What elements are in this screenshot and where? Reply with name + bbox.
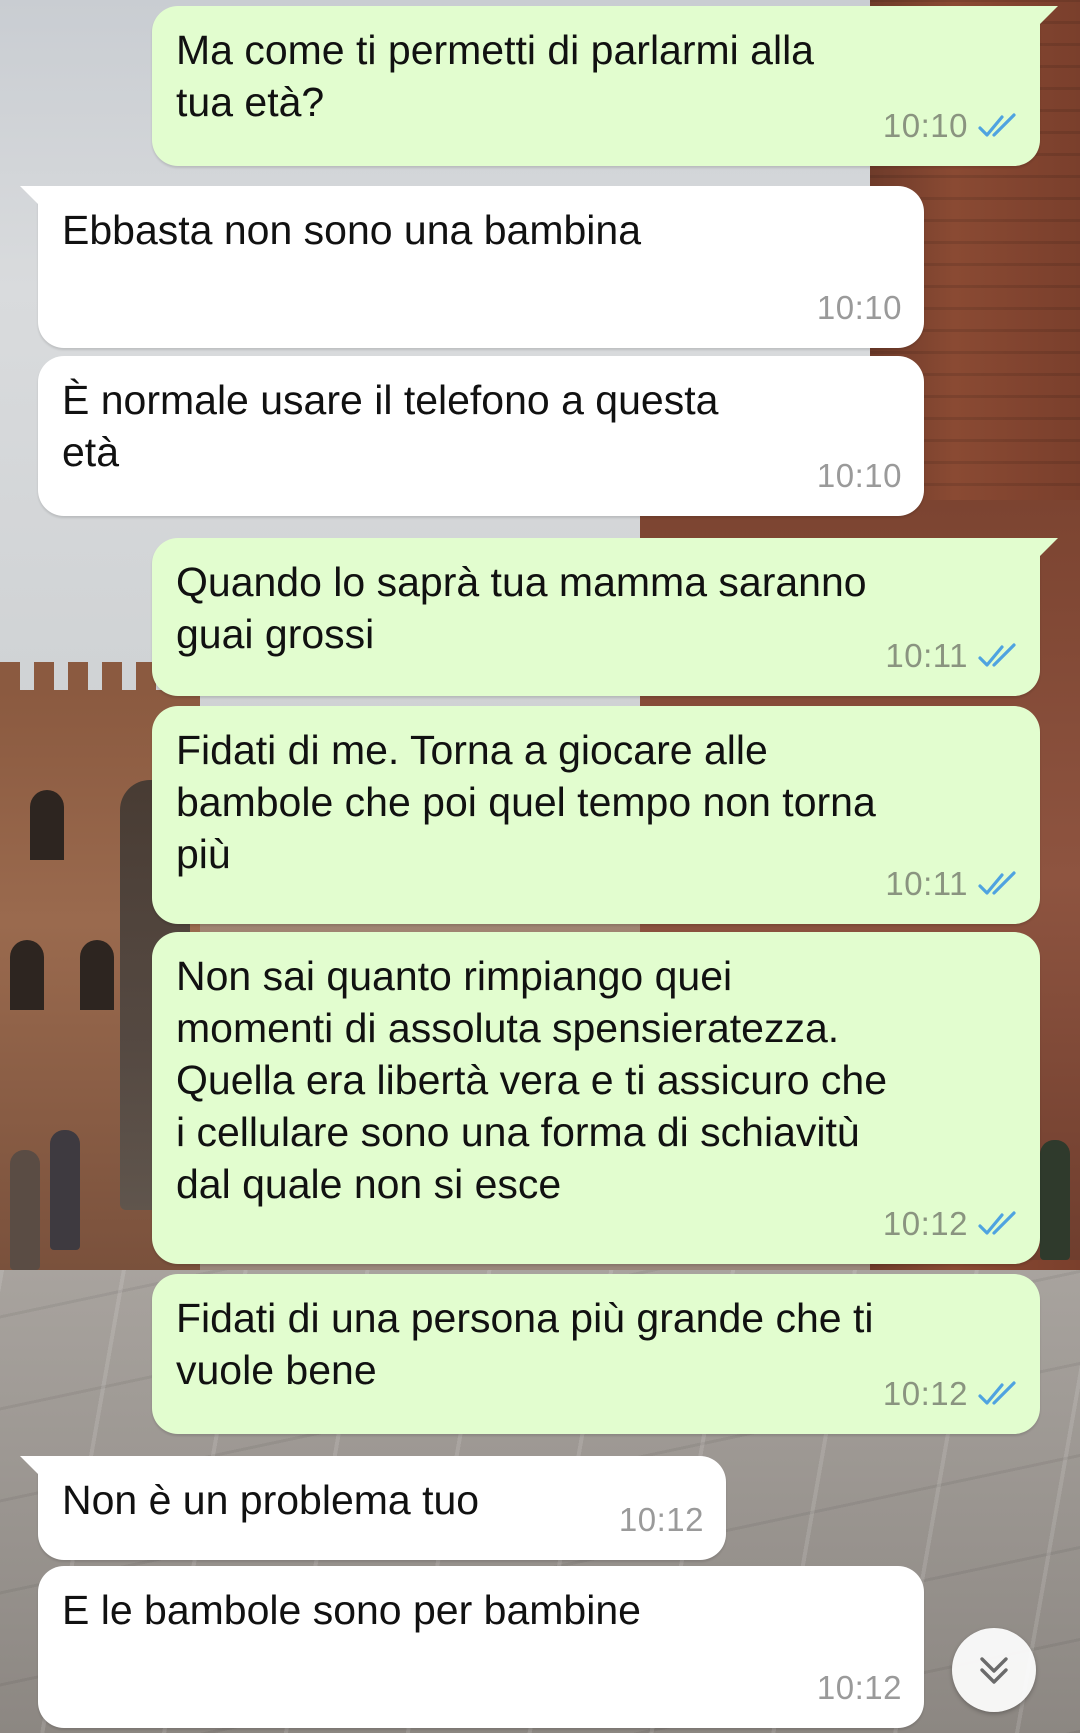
message-text: Non è un problema tuo	[62, 1477, 480, 1523]
double-check-icon	[978, 1211, 1016, 1235]
message-bubble[interactable]: Ma come ti permetti di parlarmi alla tua…	[152, 6, 1058, 166]
chat-conversation: Ma come ti permetti di parlarmi alla tua…	[0, 0, 1080, 1733]
scroll-to-bottom-button[interactable]	[952, 1628, 1036, 1712]
message-time: 10:12	[882, 1205, 968, 1242]
message-time: 10:11	[885, 637, 968, 674]
message-text: Fidati di me. Torna a giocare alle bambo…	[176, 727, 876, 877]
message-time: 10:12	[882, 1375, 968, 1412]
message-bubble[interactable]: Fidati di me. Torna a giocare alle bambo…	[152, 706, 1040, 924]
message-bubble[interactable]: E le bambole sono per bambine 10:12	[38, 1566, 924, 1728]
message-meta: 10:12	[619, 1494, 704, 1546]
message-bubble[interactable]: Non sai quanto rimpiango quei momenti di…	[152, 932, 1040, 1264]
message-text: È normale usare il telefono a questa età	[62, 377, 719, 475]
message-meta: 10:12	[817, 1662, 902, 1714]
message-time: 10:10	[816, 457, 902, 494]
message-time: 10:11	[885, 865, 968, 902]
double-check-icon	[978, 1381, 1016, 1405]
message-bubble[interactable]: Quando lo saprà tua mamma saranno guai g…	[152, 538, 1058, 696]
message-meta: 10:12	[883, 1198, 1018, 1250]
message-meta: 10:12	[883, 1368, 1018, 1420]
double-check-icon	[978, 643, 1016, 667]
message-time: 10:10	[882, 107, 968, 144]
double-chevron-down-icon	[980, 1657, 1008, 1684]
message-time: 10:10	[816, 289, 902, 326]
message-bubble[interactable]: Fidati di una persona più grande che ti …	[152, 1274, 1040, 1434]
message-bubble[interactable]: È normale usare il telefono a questa età…	[38, 356, 924, 516]
message-meta: 10:10	[883, 100, 1018, 152]
message-text: Ebbasta non sono una bambina	[62, 207, 642, 253]
double-check-icon	[978, 871, 1016, 895]
message-text: E le bambole sono per bambine	[62, 1587, 641, 1633]
message-meta: 10:10	[817, 282, 902, 334]
message-time: 10:12	[816, 1669, 902, 1706]
message-time: 10:12	[618, 1501, 704, 1538]
message-meta: 10:11	[885, 858, 1018, 910]
message-meta: 10:10	[817, 450, 902, 502]
message-text: Non sai quanto rimpiango quei momenti di…	[176, 953, 888, 1207]
message-bubble[interactable]: Ebbasta non sono una bambina 10:10	[20, 186, 924, 348]
double-check-icon	[978, 113, 1016, 137]
message-meta: 10:11	[885, 630, 1018, 682]
message-bubble[interactable]: Non è un problema tuo 10:12	[20, 1456, 726, 1560]
